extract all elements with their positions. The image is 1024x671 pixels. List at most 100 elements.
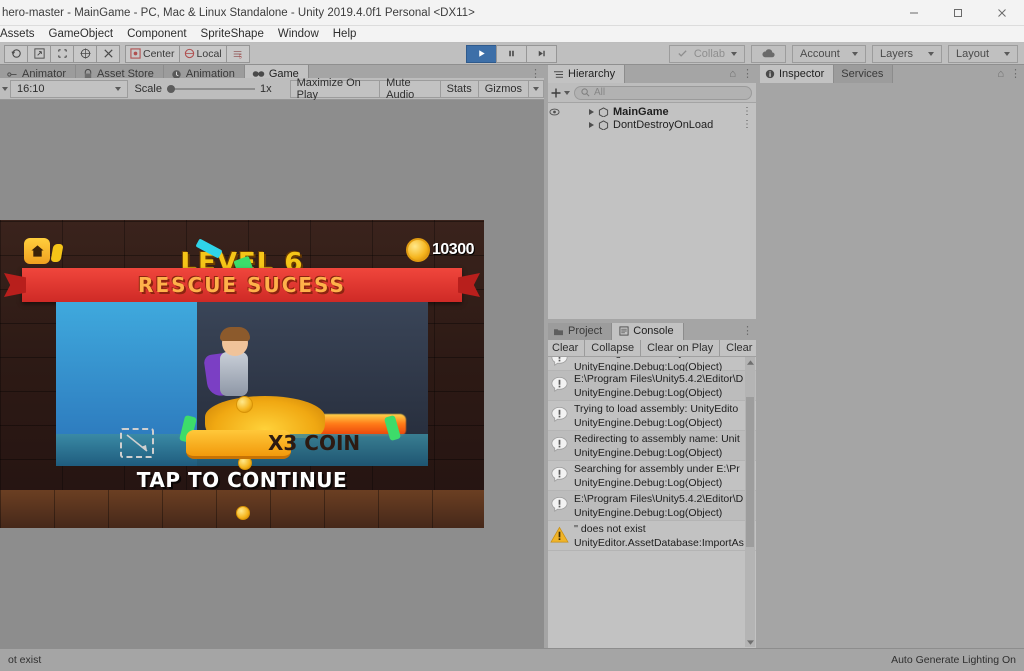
splitter-hierarchy-inspector[interactable] — [756, 65, 760, 648]
hand-tool-icon[interactable] — [4, 44, 28, 63]
menu-component[interactable]: Component — [127, 28, 186, 40]
expand-triangle-icon[interactable] — [589, 121, 594, 128]
search-icon — [581, 88, 590, 97]
maximize-button[interactable] — [936, 0, 980, 26]
gizmos-dropdown[interactable]: Gizmos — [477, 79, 529, 98]
hierarchy-search-input[interactable]: All — [574, 85, 752, 100]
console-scrollbar[interactable] — [745, 357, 755, 647]
kebab-icon[interactable]: ⋮ — [742, 67, 753, 80]
add-gameobject-button[interactable] — [550, 87, 570, 99]
tap-to-continue-label[interactable]: TAP TO CONTINUE — [0, 468, 484, 492]
tab-project[interactable]: Project — [546, 322, 613, 340]
aspect-ratio-dropdown[interactable]: 16:10 — [10, 79, 129, 98]
kebab-icon[interactable]: ⋮ — [742, 324, 753, 337]
hero-character — [203, 327, 258, 406]
cloud-button[interactable] — [751, 44, 786, 63]
menu-gameobject[interactable]: GameObject — [49, 28, 114, 40]
tab-label: Inspector — [779, 68, 825, 80]
lock-icon[interactable]: ⌂ — [729, 68, 736, 80]
hierarchy-item-label: MainGame — [613, 105, 669, 118]
console-row[interactable]: Trying to load assembly: UnityEdito Unit… — [546, 401, 756, 431]
clear-on-build-button[interactable]: Clear on Bu — [720, 340, 756, 356]
console-row[interactable]: '' does not exist UnityEditor.AssetDatab… — [546, 521, 756, 551]
layers-dropdown[interactable]: Layers — [872, 44, 942, 63]
game-canvas[interactable]: 10300 LEVEL 6 RESCUE SUCESS X3 COIN TAP … — [0, 220, 484, 528]
tab-hierarchy[interactable]: Hierarchy — [546, 65, 626, 83]
kebab-icon[interactable]: ⋮ — [742, 119, 752, 130]
play-button[interactable] — [466, 44, 497, 63]
mute-audio-toggle[interactable]: Mute Audio — [379, 77, 441, 101]
rotate-tool-icon[interactable] — [50, 44, 74, 63]
space-toggle-button[interactable]: Local — [178, 44, 227, 63]
account-dropdown[interactable]: Account — [792, 44, 866, 63]
step-button[interactable] — [526, 44, 557, 63]
hero-body — [220, 352, 249, 396]
scale-slider-group[interactable]: Scale 1x — [128, 83, 277, 95]
clear-button[interactable]: Clear — [546, 340, 586, 356]
transform-tools-group — [0, 44, 120, 63]
chevron-down-icon — [928, 51, 934, 56]
svg-text:5: 5 — [238, 54, 241, 60]
maximize-on-play-toggle[interactable]: Maximize On Play — [289, 77, 381, 101]
console-line-1: E:\Program Files\Unity5.4.2\Editor\D — [574, 372, 744, 385]
hierarchy-item-dontdestroyonload[interactable]: DontDestroyOnLoad ⋮ — [546, 118, 756, 131]
scroll-down-arrow-icon[interactable] — [745, 637, 755, 647]
close-button[interactable] — [980, 0, 1024, 26]
move-tool-icon[interactable] — [27, 44, 51, 63]
gizmos-chevron-button[interactable] — [528, 79, 544, 98]
console-message-text: '' does not exist UnityEditor.AssetDatab… — [574, 522, 744, 550]
splitter-gameview-hierarchy[interactable] — [544, 65, 548, 648]
inspector-tabbar: Inspector Services ⌂ ⋮ — [758, 65, 1024, 83]
console-row[interactable]: Redirecting to assembly name: Unit Unity… — [546, 431, 756, 461]
hierarchy-options[interactable]: ⌂ ⋮ — [729, 67, 753, 81]
display-chevron-icon[interactable] — [2, 86, 8, 91]
kebab-icon[interactable]: ⋮ — [1010, 67, 1021, 80]
menu-help[interactable]: Help — [333, 28, 357, 40]
minimize-button[interactable] — [892, 0, 936, 26]
scroll-up-arrow-icon[interactable] — [745, 357, 755, 367]
lock-icon[interactable]: ⌂ — [997, 68, 1004, 80]
console-row[interactable]: Searching for assembly under E:\Pr Unity… — [546, 357, 756, 373]
pause-button[interactable] — [496, 44, 527, 63]
status-message[interactable]: ot exist — [8, 654, 41, 666]
visibility-eye-icon[interactable] — [548, 108, 561, 116]
expand-triangle-icon[interactable] — [589, 108, 594, 115]
video-reward-icon[interactable] — [120, 428, 154, 458]
clear-on-play-button[interactable]: Clear on Play — [641, 340, 721, 356]
collab-button[interactable]: Collab — [668, 44, 745, 63]
console-message-list[interactable]: Searching for assembly under E:\Pr Unity… — [546, 357, 756, 648]
tab-console[interactable]: Console — [612, 322, 684, 340]
console-line-1: E:\Program Files\Unity5.4.2\Editor\D — [574, 492, 744, 505]
inspector-options[interactable]: ⌂ ⋮ — [997, 67, 1021, 81]
menu-window[interactable]: Window — [278, 28, 319, 40]
rect-tool-icon[interactable] — [96, 44, 120, 63]
console-line-1: Searching for assembly under E:\Pr — [574, 462, 740, 475]
pivot-toggle-button[interactable]: Center — [125, 44, 180, 63]
console-line-2: UnityEditor.AssetDatabase:ImportAs — [574, 536, 744, 549]
stats-toggle[interactable]: Stats — [439, 79, 479, 98]
hierarchy-item-maingame[interactable]: MainGame ⋮ — [546, 105, 756, 118]
tab-label: Console — [633, 325, 674, 337]
console-row[interactable]: E:\Program Files\Unity5.4.2\Editor\D Uni… — [546, 491, 756, 521]
auto-generate-lighting-status[interactable]: Auto Generate Lighting On — [891, 654, 1016, 666]
tab-inspector[interactable]: Inspector — [758, 65, 835, 83]
layout-dropdown[interactable]: Layout — [948, 44, 1018, 63]
pivot-label: Center — [143, 47, 175, 60]
console-row[interactable]: Searching for assembly under E:\Pr Unity… — [546, 461, 756, 491]
scale-tool-icon[interactable] — [73, 44, 97, 63]
scale-slider[interactable] — [166, 84, 255, 93]
kebab-icon[interactable]: ⋮ — [742, 106, 752, 117]
layers-visibility-icon[interactable]: 5 — [225, 44, 250, 63]
menu-assets[interactable]: Assets — [0, 28, 35, 40]
chevron-down-icon — [1004, 51, 1010, 56]
tab-label: Services — [841, 68, 884, 80]
console-row[interactable]: E:\Program Files\Unity5.4.2\Editor\D Uni… — [546, 371, 756, 401]
tab-services[interactable]: Services — [834, 65, 894, 83]
console-scroll-thumb[interactable] — [746, 397, 754, 547]
splitter-hierarchy-console[interactable] — [546, 319, 756, 323]
collapse-button[interactable]: Collapse — [585, 340, 642, 356]
console-options[interactable]: ⋮ — [742, 324, 753, 337]
menu-spriteshape[interactable]: SpriteShape — [201, 28, 264, 40]
game-render-area[interactable]: 10300 LEVEL 6 RESCUE SUCESS X3 COIN TAP … — [0, 100, 544, 648]
scale-slider-knob[interactable] — [166, 84, 175, 93]
